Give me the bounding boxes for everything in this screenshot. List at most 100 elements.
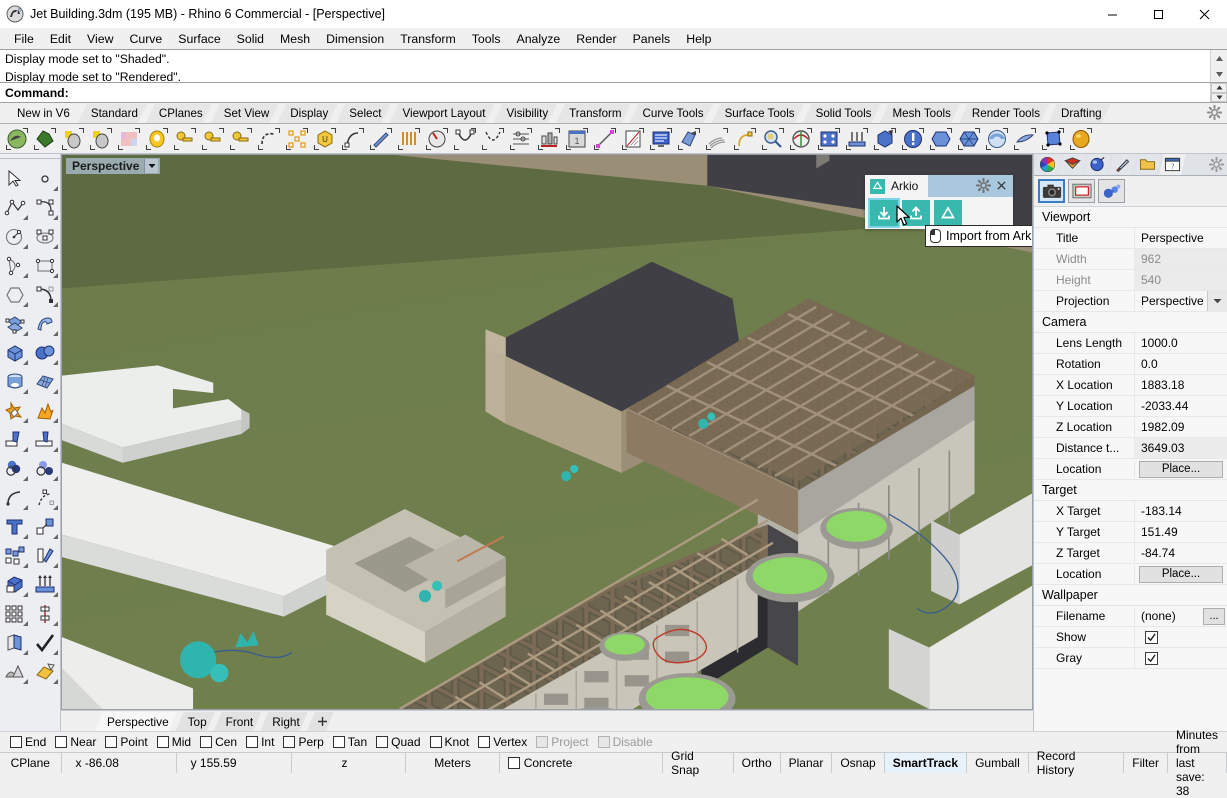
offset-surface-icon[interactable] (0, 628, 30, 657)
scroll-up-icon[interactable] (1211, 50, 1227, 66)
toggle-gumball[interactable]: Gumball (967, 753, 1029, 773)
curve-dashed-icon[interactable] (256, 126, 282, 152)
wedge-icon[interactable] (1012, 126, 1038, 152)
sphere-exclaim-icon[interactable] (900, 126, 926, 152)
close-button[interactable] (1181, 0, 1227, 28)
toolbar-tab-standard[interactable]: Standard (78, 104, 147, 123)
cplane-indicator[interactable]: CPlane (0, 753, 62, 773)
toolbar-tab-curve-tools[interactable]: Curve Tools (630, 104, 713, 123)
viewport-tab-front[interactable]: Front (214, 712, 262, 731)
box-edit-icon[interactable] (0, 570, 30, 599)
property-value[interactable]: Perspective (1134, 228, 1227, 248)
property-value[interactable]: 1982.09 (1134, 417, 1227, 437)
boolean-difference-icon[interactable] (0, 454, 30, 483)
trim-icon[interactable] (0, 425, 30, 454)
menu-tools[interactable]: Tools (464, 30, 509, 48)
check-ok-icon[interactable] (30, 628, 60, 657)
point-grid-icon[interactable] (284, 126, 310, 152)
number-box-icon[interactable]: 1 (564, 126, 590, 152)
osnap-tan[interactable]: Tan (331, 735, 373, 749)
osnap-checkbox[interactable] (246, 736, 259, 748)
pencil-blue-icon[interactable] (368, 126, 394, 152)
osnap-checkbox[interactable] (55, 736, 68, 748)
property-value[interactable]: 1883.18 (1134, 375, 1227, 395)
arkio-panel[interactable]: Arkio Import from Arkio (865, 175, 1032, 247)
property-value[interactable]: -2033.44 (1134, 396, 1227, 416)
split-icon[interactable] (30, 425, 60, 454)
property-value[interactable]: 3649.03 (1134, 438, 1227, 458)
box-icon[interactable] (0, 338, 30, 367)
command-spin-up-icon[interactable] (1211, 83, 1227, 93)
close-icon[interactable] (994, 178, 1008, 193)
osnap-perp[interactable]: Perp (281, 735, 329, 749)
tab-materials[interactable] (1109, 154, 1136, 175)
menu-transform[interactable]: Transform (392, 30, 464, 48)
hexagon-icon[interactable] (928, 126, 954, 152)
toggle-planar[interactable]: Planar (781, 753, 833, 773)
shade-objects-icon[interactable] (0, 657, 30, 686)
gumdrop-yellow-icon[interactable] (144, 126, 170, 152)
explode-star-icon[interactable] (30, 396, 60, 425)
toolbar-tab-display[interactable]: Display (277, 104, 337, 123)
puzzle-green-icon[interactable] (32, 126, 58, 152)
viewport-tab-right[interactable]: Right (260, 712, 308, 731)
grid-array-icon[interactable] (0, 599, 30, 628)
tab-display[interactable] (1059, 154, 1086, 175)
array-icon[interactable] (0, 541, 30, 570)
osnap-checkbox[interactable] (105, 736, 118, 748)
toggle-osnap[interactable]: Osnap (832, 753, 885, 773)
command-input-spinner[interactable] (1210, 83, 1227, 102)
curve-point-icon[interactable] (340, 126, 366, 152)
extrude-icon[interactable] (844, 126, 870, 152)
chevron-down-icon[interactable] (144, 159, 159, 173)
menu-edit[interactable]: Edit (42, 30, 79, 48)
tag-icon[interactable] (200, 126, 226, 152)
add-viewport-tab-button[interactable] (307, 712, 334, 731)
monitor-blue-icon[interactable] (648, 126, 674, 152)
toggle-grid-snap[interactable]: Grid Snap (663, 749, 734, 777)
chevron-down-icon[interactable] (1207, 291, 1227, 311)
browse-button[interactable]: ... (1203, 607, 1225, 625)
toolbar-tab-cplanes[interactable]: CPlanes (146, 104, 212, 123)
menu-panels[interactable]: Panels (625, 30, 679, 48)
toolbar-tab-render-tools[interactable]: Render Tools (959, 104, 1049, 123)
tab-properties[interactable]: ? (1159, 154, 1186, 175)
arkio-tab[interactable]: Arkio (865, 175, 929, 197)
keys-magnet-icon[interactable] (228, 126, 254, 152)
surface-sweep-icon[interactable] (30, 309, 60, 338)
color-palette-icon[interactable] (116, 126, 142, 152)
osnap-quad[interactable]: Quad (374, 735, 426, 749)
arc-corner-icon[interactable] (30, 280, 60, 309)
import-from-arkio-button[interactable] (868, 198, 900, 228)
command-history-scrollbar[interactable] (1210, 50, 1227, 82)
osnap-near[interactable]: Near (53, 735, 102, 749)
shell-icon[interactable] (984, 126, 1010, 152)
comb-icon[interactable] (396, 126, 422, 152)
orient-3pt-icon[interactable] (788, 126, 814, 152)
minimize-button[interactable] (1089, 0, 1135, 28)
property-value[interactable]: 151.49 (1134, 522, 1227, 542)
rectangle-icon[interactable] (30, 251, 60, 280)
lock-icon[interactable] (88, 126, 114, 152)
mesh-plane-icon[interactable] (30, 367, 60, 396)
text-icon[interactable] (0, 512, 30, 541)
surface-pts-icon[interactable] (816, 126, 842, 152)
osnap-checkbox[interactable] (429, 736, 442, 748)
command-history[interactable]: Display mode set to "Shaded". Display mo… (0, 49, 1227, 84)
place-button[interactable]: Place... (1139, 460, 1223, 478)
toolbar-tab-viewport-layout[interactable]: Viewport Layout (390, 104, 495, 123)
toolbar-options-gear-icon[interactable] (1206, 104, 1223, 121)
mirror-icon[interactable] (30, 599, 60, 628)
tab-blocks[interactable] (1134, 154, 1161, 175)
property-value[interactable]: -183.14 (1134, 501, 1227, 521)
sphere-gold-icon[interactable] (1068, 126, 1094, 152)
toggle-record-history[interactable]: Record History (1029, 749, 1125, 777)
arkio-launch-button[interactable] (934, 200, 962, 226)
polygon-tri-icon[interactable] (0, 251, 30, 280)
osnap-int[interactable]: Int (244, 735, 280, 749)
property-value[interactable]: -84.74 (1134, 543, 1227, 563)
hierarchy-icon[interactable] (508, 126, 534, 152)
point-icon[interactable] (30, 164, 60, 193)
blend-curve-icon[interactable] (732, 126, 758, 152)
toggle-filter[interactable]: Filter (1124, 753, 1168, 773)
